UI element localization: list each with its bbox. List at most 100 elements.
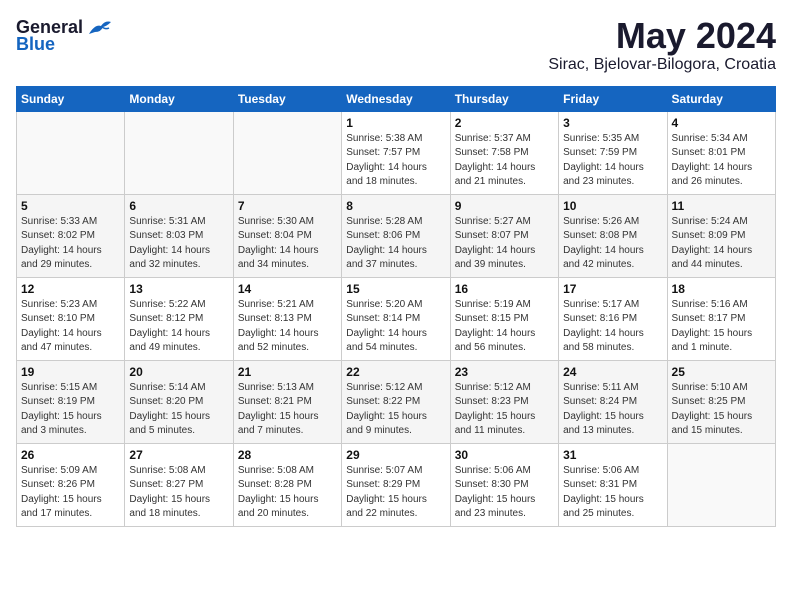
day-info: Sunrise: 5:37 AM Sunset: 7:58 PM Dayligh…	[455, 132, 554, 190]
calendar-cell: 3 Sunrise: 5:35 AM Sunset: 7:59 PM Daylig…	[559, 111, 667, 194]
day-info: Sunrise: 5:07 AM Sunset: 8:29 PM Dayligh…	[346, 464, 445, 522]
day-number: 23	[455, 365, 554, 379]
title-block: May 2024 Sirac, Bjelovar-Bilogora, Croat…	[548, 16, 776, 74]
calendar-week-row: 1Sunrise: 5:38 AM Sunset: 7:57 PM Daylig…	[17, 111, 776, 194]
day-info: Sunrise: 5:17 AM Sunset: 8:16 PM Dayligh…	[563, 298, 662, 356]
calendar-cell: 31 Sunrise: 5:06 AM Sunset: 8:31 PM Dayli…	[559, 443, 667, 526]
day-number: 13	[129, 282, 228, 296]
calendar-cell: 6Sunrise: 5:31 AM Sunset: 8:03 PM Daylig…	[125, 194, 233, 277]
day-number: 4	[672, 116, 771, 130]
day-number: 24	[563, 365, 662, 379]
day-number: 8	[346, 199, 445, 213]
calendar-cell: 20 Sunrise: 5:14 AM Sunset: 8:20 PM Dayli…	[125, 360, 233, 443]
calendar-cell: 26Sunrise: 5:09 AM Sunset: 8:26 PM Dayli…	[17, 443, 125, 526]
day-number: 18	[672, 282, 771, 296]
calendar-cell: 8 Sunrise: 5:28 AM Sunset: 8:06 PM Daylig…	[342, 194, 450, 277]
weekday-header-sunday: Sunday	[17, 86, 125, 111]
calendar-week-row: 19Sunrise: 5:15 AM Sunset: 8:19 PM Dayli…	[17, 360, 776, 443]
day-info: Sunrise: 5:23 AM Sunset: 8:10 PM Dayligh…	[21, 298, 120, 356]
calendar-table: SundayMondayTuesdayWednesdayThursdayFrid…	[16, 86, 776, 527]
calendar-week-row: 5 Sunrise: 5:33 AM Sunset: 8:02 PM Daylig…	[17, 194, 776, 277]
day-info: Sunrise: 5:13 AM Sunset: 8:21 PM Dayligh…	[238, 381, 337, 439]
calendar-cell: 17 Sunrise: 5:17 AM Sunset: 8:16 PM Dayli…	[559, 277, 667, 360]
day-number: 3	[563, 116, 662, 130]
calendar-cell	[125, 111, 233, 194]
day-info: Sunrise: 5:16 AM Sunset: 8:17 PM Dayligh…	[672, 298, 771, 356]
month-title: May 2024	[548, 16, 776, 56]
calendar-week-row: 12 Sunrise: 5:23 AM Sunset: 8:10 PM Dayli…	[17, 277, 776, 360]
calendar-cell: 19Sunrise: 5:15 AM Sunset: 8:19 PM Dayli…	[17, 360, 125, 443]
calendar-cell: 29 Sunrise: 5:07 AM Sunset: 8:29 PM Dayli…	[342, 443, 450, 526]
calendar-cell: 30 Sunrise: 5:06 AM Sunset: 8:30 PM Dayli…	[450, 443, 558, 526]
day-info: Sunrise: 5:33 AM Sunset: 8:02 PM Dayligh…	[21, 215, 120, 273]
day-number: 17	[563, 282, 662, 296]
day-info: Sunrise: 5:06 AM Sunset: 8:30 PM Dayligh…	[455, 464, 554, 522]
logo-blue-text: Blue	[16, 34, 55, 55]
location-subtitle: Sirac, Bjelovar-Bilogora, Croatia	[548, 56, 776, 74]
calendar-cell: 10 Sunrise: 5:26 AM Sunset: 8:08 PM Dayli…	[559, 194, 667, 277]
day-info: Sunrise: 5:22 AM Sunset: 8:12 PM Dayligh…	[129, 298, 228, 356]
calendar-body: 1Sunrise: 5:38 AM Sunset: 7:57 PM Daylig…	[17, 111, 776, 526]
day-number: 9	[455, 199, 554, 213]
day-info: Sunrise: 5:35 AM Sunset: 7:59 PM Dayligh…	[563, 132, 662, 190]
day-number: 5	[21, 199, 120, 213]
calendar-header-row: SundayMondayTuesdayWednesdayThursdayFrid…	[17, 86, 776, 111]
day-info: Sunrise: 5:27 AM Sunset: 8:07 PM Dayligh…	[455, 215, 554, 273]
weekday-header-friday: Friday	[559, 86, 667, 111]
day-number: 1	[346, 116, 445, 130]
calendar-cell: 25Sunrise: 5:10 AM Sunset: 8:25 PM Dayli…	[667, 360, 775, 443]
day-info: Sunrise: 5:12 AM Sunset: 8:22 PM Dayligh…	[346, 381, 445, 439]
day-info: Sunrise: 5:12 AM Sunset: 8:23 PM Dayligh…	[455, 381, 554, 439]
calendar-cell: 1Sunrise: 5:38 AM Sunset: 7:57 PM Daylig…	[342, 111, 450, 194]
day-info: Sunrise: 5:24 AM Sunset: 8:09 PM Dayligh…	[672, 215, 771, 273]
weekday-header-tuesday: Tuesday	[233, 86, 341, 111]
day-info: Sunrise: 5:08 AM Sunset: 8:28 PM Dayligh…	[238, 464, 337, 522]
calendar-cell	[233, 111, 341, 194]
day-info: Sunrise: 5:34 AM Sunset: 8:01 PM Dayligh…	[672, 132, 771, 190]
calendar-cell: 9 Sunrise: 5:27 AM Sunset: 8:07 PM Daylig…	[450, 194, 558, 277]
day-number: 2	[455, 116, 554, 130]
day-number: 25	[672, 365, 771, 379]
day-number: 11	[672, 199, 771, 213]
day-number: 30	[455, 448, 554, 462]
calendar-cell: 16 Sunrise: 5:19 AM Sunset: 8:15 PM Dayli…	[450, 277, 558, 360]
day-info: Sunrise: 5:20 AM Sunset: 8:14 PM Dayligh…	[346, 298, 445, 356]
calendar-cell: 2 Sunrise: 5:37 AM Sunset: 7:58 PM Daylig…	[450, 111, 558, 194]
day-number: 20	[129, 365, 228, 379]
day-number: 22	[346, 365, 445, 379]
day-number: 28	[238, 448, 337, 462]
day-number: 10	[563, 199, 662, 213]
calendar-cell: 15 Sunrise: 5:20 AM Sunset: 8:14 PM Dayli…	[342, 277, 450, 360]
calendar-cell: 24Sunrise: 5:11 AM Sunset: 8:24 PM Dayli…	[559, 360, 667, 443]
day-number: 16	[455, 282, 554, 296]
calendar-cell: 5 Sunrise: 5:33 AM Sunset: 8:02 PM Daylig…	[17, 194, 125, 277]
day-info: Sunrise: 5:28 AM Sunset: 8:06 PM Dayligh…	[346, 215, 445, 273]
calendar-week-row: 26Sunrise: 5:09 AM Sunset: 8:26 PM Dayli…	[17, 443, 776, 526]
day-number: 31	[563, 448, 662, 462]
logo: General Blue	[16, 16, 113, 55]
day-number: 29	[346, 448, 445, 462]
day-info: Sunrise: 5:09 AM Sunset: 8:26 PM Dayligh…	[21, 464, 120, 522]
calendar-cell: 4 Sunrise: 5:34 AM Sunset: 8:01 PM Daylig…	[667, 111, 775, 194]
day-info: Sunrise: 5:14 AM Sunset: 8:20 PM Dayligh…	[129, 381, 228, 439]
weekday-header-thursday: Thursday	[450, 86, 558, 111]
day-number: 15	[346, 282, 445, 296]
day-number: 12	[21, 282, 120, 296]
day-info: Sunrise: 5:19 AM Sunset: 8:15 PM Dayligh…	[455, 298, 554, 356]
day-info: Sunrise: 5:06 AM Sunset: 8:31 PM Dayligh…	[563, 464, 662, 522]
calendar-cell: 12 Sunrise: 5:23 AM Sunset: 8:10 PM Dayli…	[17, 277, 125, 360]
page-header: General Blue May 2024 Sirac, Bjelovar-Bi…	[16, 16, 776, 74]
day-info: Sunrise: 5:30 AM Sunset: 8:04 PM Dayligh…	[238, 215, 337, 273]
calendar-cell: 11 Sunrise: 5:24 AM Sunset: 8:09 PM Dayli…	[667, 194, 775, 277]
day-info: Sunrise: 5:26 AM Sunset: 8:08 PM Dayligh…	[563, 215, 662, 273]
day-number: 6	[129, 199, 228, 213]
calendar-cell: 27Sunrise: 5:08 AM Sunset: 8:27 PM Dayli…	[125, 443, 233, 526]
day-number: 27	[129, 448, 228, 462]
day-number: 21	[238, 365, 337, 379]
day-info: Sunrise: 5:15 AM Sunset: 8:19 PM Dayligh…	[21, 381, 120, 439]
calendar-cell	[667, 443, 775, 526]
calendar-cell: 28 Sunrise: 5:08 AM Sunset: 8:28 PM Dayli…	[233, 443, 341, 526]
day-info: Sunrise: 5:21 AM Sunset: 8:13 PM Dayligh…	[238, 298, 337, 356]
weekday-header-monday: Monday	[125, 86, 233, 111]
calendar-cell: 21 Sunrise: 5:13 AM Sunset: 8:21 PM Dayli…	[233, 360, 341, 443]
